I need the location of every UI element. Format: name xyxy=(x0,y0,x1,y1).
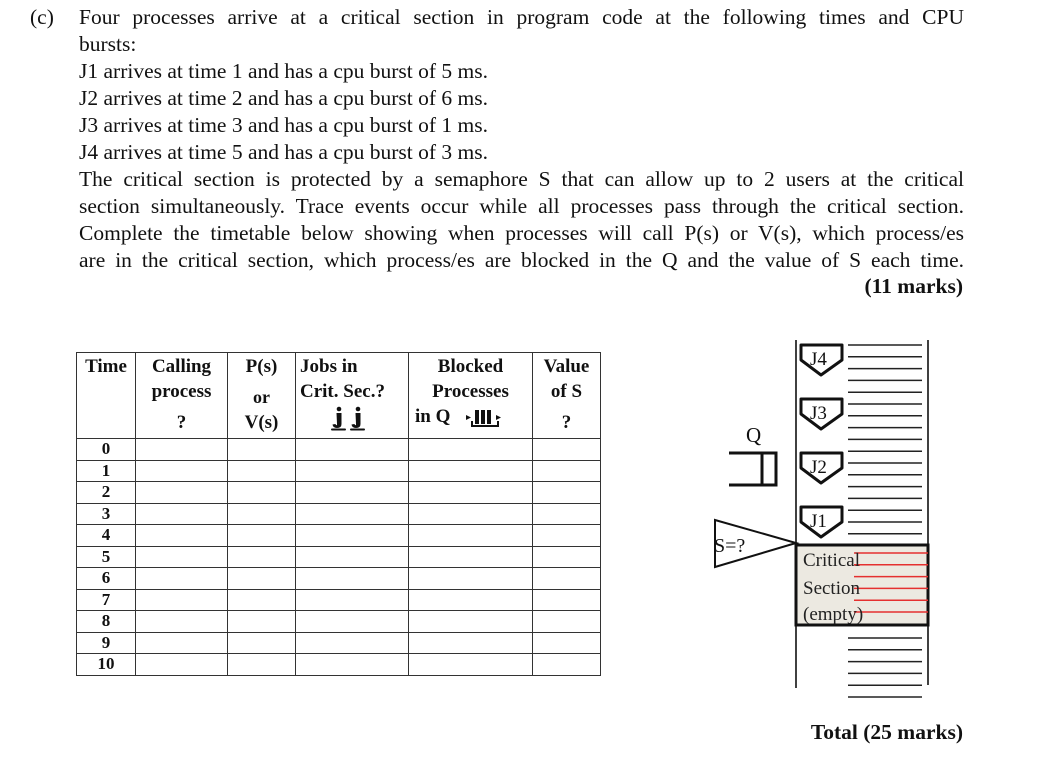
job-token-j1: J1 xyxy=(799,505,844,539)
queue-lane-lines xyxy=(848,344,922,698)
job-token-j4: J4 xyxy=(799,343,844,377)
queue-label: Q xyxy=(746,423,761,447)
job-token-j2: J2 xyxy=(799,451,844,485)
job-label: J1 xyxy=(810,511,827,532)
queue-box-icon xyxy=(729,451,778,487)
semaphore-label: S=? xyxy=(714,535,745,557)
job-label: J3 xyxy=(810,403,827,424)
total-marks: Total (25 marks) xyxy=(810,720,963,744)
job-label: J4 xyxy=(810,349,827,370)
critical-section-label-2: Section xyxy=(803,578,860,599)
job-label: J2 xyxy=(810,457,827,478)
job-tokens: J4 J3 J2 J1 xyxy=(799,343,844,539)
critical-section-label-1: Critical xyxy=(803,550,860,571)
semaphore-diagram: J4 J3 J2 J1 Q S=? Critical Section (empty) xyxy=(714,340,930,698)
job-token-j3: J3 xyxy=(799,397,844,431)
critical-section-label-3: (empty) xyxy=(803,604,863,625)
